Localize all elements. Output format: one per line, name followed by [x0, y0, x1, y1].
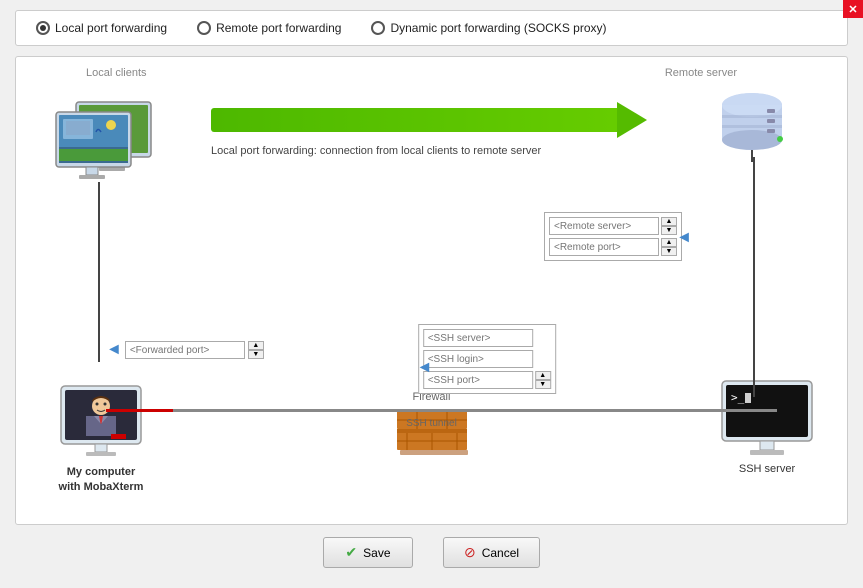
- ssh-login-input[interactable]: [423, 350, 533, 368]
- remote-server-inputs: ▲ ▼ ▲ ▼: [544, 212, 682, 261]
- ssh-tunnel-line: [106, 409, 777, 412]
- radio-row: Local port forwarding Remote port forwar…: [15, 10, 848, 46]
- firewall: Firewall: [392, 391, 472, 474]
- remote-server: [712, 87, 792, 167]
- forwarded-port-group: ◄ ▲ ▼: [106, 341, 264, 359]
- my-computer: My computerwith MobaXterm: [46, 384, 156, 494]
- ssh-tunnel-label: SSH tunnel: [406, 418, 457, 429]
- my-computer-icon: [56, 384, 146, 459]
- radio-remote-label: Remote port forwarding: [216, 21, 341, 35]
- radio-dynamic[interactable]: Dynamic port forwarding (SOCKS proxy): [371, 21, 606, 35]
- green-arrow: [211, 102, 647, 137]
- ssh-server-input[interactable]: [423, 329, 533, 347]
- radio-local-label: Local port forwarding: [55, 21, 167, 35]
- firewall-icon: [392, 406, 472, 471]
- button-row: ✔ Save ⊘ Cancel: [15, 525, 848, 573]
- remote-port-input-row: ▲ ▼: [549, 238, 677, 256]
- remote-port-input[interactable]: [549, 238, 659, 256]
- diagram-area: Local clients Remote server Local port f…: [15, 56, 848, 525]
- ssh-server-monitor: >_ SSH server: [717, 379, 817, 469]
- vertical-line-right: [753, 157, 755, 397]
- radio-dynamic-label: Dynamic port forwarding (SOCKS proxy): [390, 21, 606, 35]
- blue-arrow-forwarded: ◄: [106, 341, 122, 359]
- cancel-icon: ⊘: [464, 544, 476, 561]
- spin-down-4[interactable]: ▼: [248, 350, 264, 359]
- remote-server-spinner[interactable]: ▲ ▼: [661, 217, 677, 235]
- radio-local[interactable]: Local port forwarding: [36, 21, 167, 35]
- spin-down[interactable]: ▼: [661, 226, 677, 235]
- local-clients-monitors: [51, 97, 161, 192]
- ssh-server-label: SSH server: [717, 463, 817, 475]
- save-label: Save: [363, 546, 390, 560]
- radio-local-circle: [36, 21, 50, 35]
- remote-server-input-row: ▲ ▼: [549, 217, 677, 235]
- cancel-button[interactable]: ⊘ Cancel: [443, 537, 540, 568]
- arrow-body: [211, 108, 617, 132]
- ssh-login-input-row: [423, 350, 551, 368]
- spin-up-4[interactable]: ▲: [248, 341, 264, 350]
- my-computer-label: My computerwith MobaXterm: [46, 465, 156, 494]
- ssh-server-input-row: [423, 329, 551, 347]
- cancel-label: Cancel: [482, 546, 519, 560]
- forwarded-port-input[interactable]: [125, 341, 245, 359]
- radio-remote[interactable]: Remote port forwarding: [197, 21, 341, 35]
- blue-arrow-ssh: ◄: [417, 359, 433, 377]
- ssh-monitor-icon: >_: [717, 379, 817, 459]
- ssh-port-spinner[interactable]: ▲ ▼: [535, 371, 551, 389]
- close-button[interactable]: ✕: [843, 0, 863, 18]
- spin-up-3[interactable]: ▲: [535, 371, 551, 380]
- save-button[interactable]: ✔ Save: [323, 537, 413, 568]
- remote-server-input[interactable]: [549, 217, 659, 235]
- ssh-port-input-row: ▲ ▼: [423, 371, 551, 389]
- radio-remote-circle: [197, 21, 211, 35]
- ssh-inputs: ▲ ▼: [418, 324, 556, 394]
- spin-up-2[interactable]: ▲: [661, 238, 677, 247]
- blue-arrow-remote: ◄: [676, 229, 692, 247]
- description-text: Local port forwarding: connection from l…: [211, 145, 541, 157]
- save-icon: ✔: [345, 544, 357, 561]
- remote-port-spinner[interactable]: ▲ ▼: [661, 238, 677, 256]
- remote-server-label: Remote server: [665, 67, 737, 79]
- forwarded-port-spinner[interactable]: ▲ ▼: [248, 341, 264, 359]
- ssh-port-input[interactable]: [423, 371, 533, 389]
- main-container: ✕ Local port forwarding Remote port forw…: [0, 0, 863, 588]
- arrow-head: [617, 102, 647, 138]
- spin-down-2[interactable]: ▼: [661, 247, 677, 256]
- spin-down-3[interactable]: ▼: [535, 380, 551, 389]
- vertical-line-left: [98, 182, 100, 362]
- spin-up[interactable]: ▲: [661, 217, 677, 226]
- close-icon: ✕: [848, 3, 857, 16]
- radio-dynamic-circle: [371, 21, 385, 35]
- remote-server-icon: [712, 87, 792, 162]
- svg-text:>_: >_: [731, 391, 745, 404]
- local-clients-label: Local clients: [86, 67, 147, 79]
- local-clients-icon: [51, 97, 161, 187]
